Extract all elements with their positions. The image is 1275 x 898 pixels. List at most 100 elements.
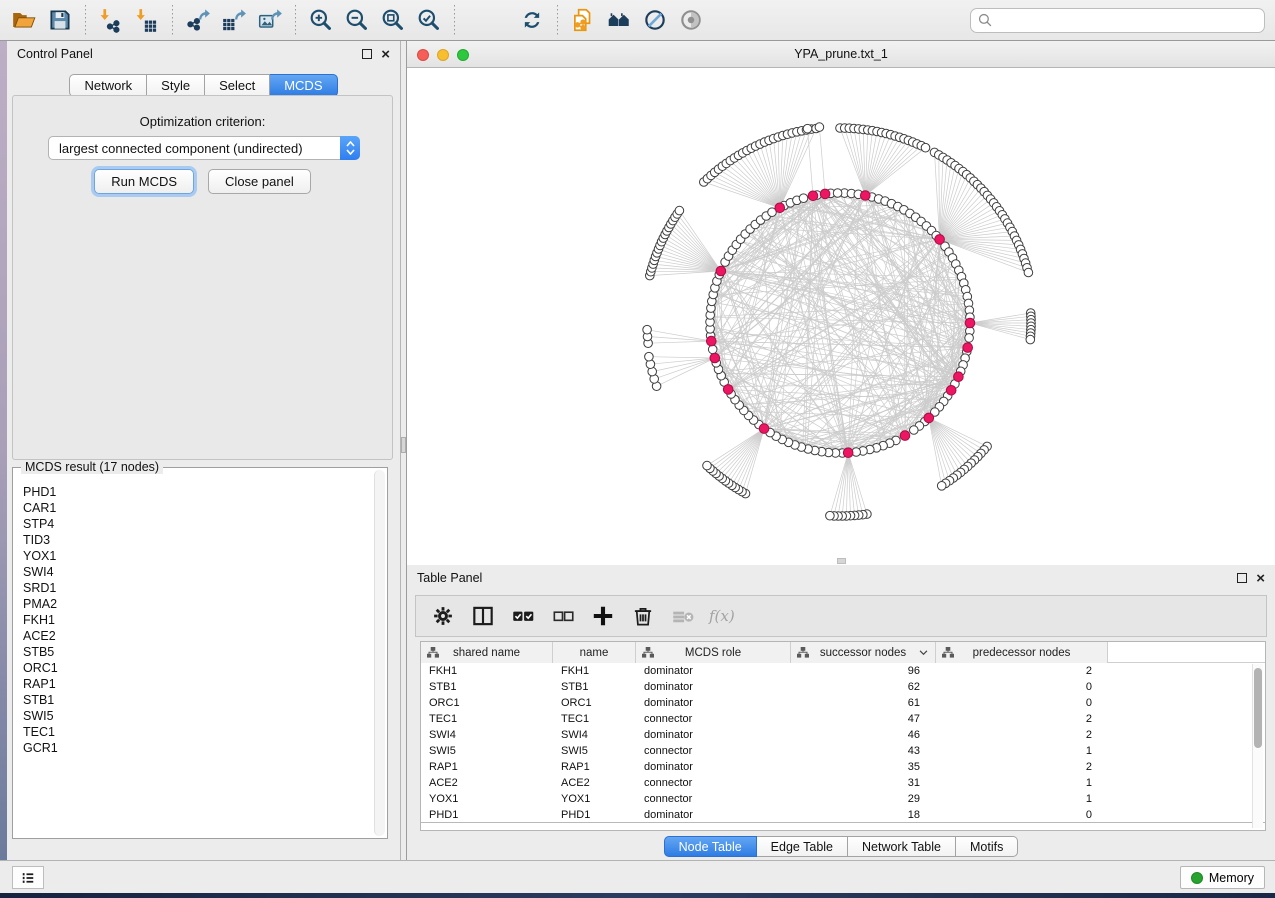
close-panel-icon[interactable]: × (381, 47, 390, 62)
zoom-fit-icon[interactable] (375, 2, 411, 38)
table-cell: ACE2 (421, 775, 553, 791)
table-cell: ORC1 (553, 695, 636, 711)
list-item[interactable]: STP4 (23, 516, 368, 532)
export-image-icon[interactable] (252, 2, 288, 38)
horizontal-splitter[interactable] (407, 557, 1275, 565)
share-network-file-icon[interactable] (565, 2, 601, 38)
import-network-icon[interactable] (93, 2, 129, 38)
network-graph[interactable] (407, 68, 1275, 557)
list-item[interactable]: ACE2 (23, 628, 368, 644)
zoom-in-icon[interactable] (303, 2, 339, 38)
list-item[interactable]: YOX1 (23, 548, 368, 564)
list-item[interactable]: RAP1 (23, 676, 368, 692)
table-cell: dominator (636, 759, 791, 775)
list-item[interactable]: TEC1 (23, 724, 368, 740)
network-window-titlebar: YPA_prune.txt_1 (407, 41, 1275, 68)
mcds-result-box: MCDS result (17 nodes) PHD1CAR1STP4TID3Y… (12, 467, 388, 839)
memory-button[interactable]: Memory (1180, 866, 1265, 889)
table-row[interactable]: STB1STB1dominator620 (421, 679, 1265, 695)
column-header[interactable]: successor nodes (791, 642, 936, 663)
table-row[interactable]: SWI4SWI4dominator462 (421, 727, 1265, 743)
list-item[interactable]: STB1 (23, 692, 368, 708)
refresh-view-icon[interactable] (514, 2, 550, 38)
tab-network-table[interactable]: Network Table (848, 836, 956, 857)
open-file-icon[interactable] (6, 2, 42, 38)
table-row[interactable]: YOX1YOX1connector291 (421, 791, 1265, 807)
table-row[interactable]: SWI5SWI5connector431 (421, 743, 1265, 759)
search-box (970, 8, 1265, 33)
cytoscape-window: Control Panel × NetworkStyleSelectMCDS O… (0, 0, 1275, 898)
memory-status-icon (1191, 872, 1203, 884)
column-header[interactable]: predecessor nodes (936, 642, 1108, 663)
search-input[interactable] (970, 8, 1265, 33)
table-scrollbar[interactable] (1252, 664, 1263, 828)
mcds-result-scrollbar[interactable] (374, 470, 385, 836)
import-table-icon[interactable] (129, 2, 165, 38)
export-network-icon[interactable] (180, 2, 216, 38)
attribute-settings-icon[interactable] (426, 599, 460, 633)
home-network-icon[interactable] (601, 2, 637, 38)
float-panel-icon[interactable] (362, 49, 372, 59)
zoom-out-icon[interactable] (339, 2, 375, 38)
select-all-icon[interactable] (506, 599, 540, 633)
close-panel-icon[interactable]: × (1256, 571, 1265, 586)
tab-select[interactable]: Select (205, 74, 270, 97)
table-cell: 2 (936, 711, 1108, 727)
column-header[interactable]: MCDS role (636, 642, 791, 663)
hide-graphics-details-icon[interactable] (637, 2, 673, 38)
table-row[interactable]: FKH1FKH1dominator962 (421, 663, 1265, 679)
table-cell: SWI4 (553, 727, 636, 743)
table-row[interactable]: ACE2ACE2connector311 (421, 775, 1265, 791)
tab-motifs[interactable]: Motifs (956, 836, 1018, 857)
list-item[interactable]: FKH1 (23, 612, 368, 628)
scrollbar-thumb[interactable] (1254, 668, 1262, 748)
vertical-splitter[interactable] (400, 41, 407, 860)
table-row[interactable]: ORC1ORC1dominator610 (421, 695, 1265, 711)
tab-style[interactable]: Style (147, 74, 205, 97)
list-item[interactable]: CAR1 (23, 500, 368, 516)
zoom-selected-icon[interactable] (411, 2, 447, 38)
deselect-all-icon[interactable] (546, 599, 580, 633)
save-session-icon[interactable] (42, 2, 78, 38)
optimization-criterion-select[interactable]: largest connected component (undirected) (48, 136, 360, 160)
minimize-window-icon[interactable] (437, 49, 449, 61)
table-row[interactable]: PHD1PHD1dominator180 (421, 807, 1265, 823)
list-item[interactable]: PHD1 (23, 484, 368, 500)
optimization-criterion-label: Optimization criterion: (13, 114, 392, 129)
splitter-grip[interactable] (837, 558, 846, 564)
table-cell: PHD1 (553, 807, 636, 823)
export-table-icon[interactable] (216, 2, 252, 38)
list-item[interactable]: SWI5 (23, 708, 368, 724)
column-header[interactable]: shared name (421, 642, 553, 663)
list-item[interactable]: TID3 (23, 532, 368, 548)
list-item[interactable]: GCR1 (23, 740, 368, 756)
create-column-icon[interactable] (586, 599, 620, 633)
column-header[interactable]: name (553, 642, 636, 663)
show-columns-icon[interactable] (466, 599, 500, 633)
list-item[interactable]: SWI4 (23, 564, 368, 580)
tab-node-table[interactable]: Node Table (664, 836, 757, 857)
table-cell: RAP1 (553, 759, 636, 775)
task-history-button[interactable] (12, 866, 44, 889)
network-canvas[interactable] (407, 68, 1275, 557)
table-row[interactable]: TEC1TEC1connector472 (421, 711, 1265, 727)
close-window-icon[interactable] (417, 49, 429, 61)
table-row[interactable]: RAP1RAP1dominator352 (421, 759, 1265, 775)
table-cell: 2 (936, 759, 1108, 775)
list-item[interactable]: STB5 (23, 644, 368, 660)
run-mcds-button[interactable]: Run MCDS (94, 169, 194, 194)
table-cell: 1 (936, 791, 1108, 807)
list-item[interactable]: PMA2 (23, 596, 368, 612)
list-item[interactable]: SRD1 (23, 580, 368, 596)
list-item[interactable]: ORC1 (23, 660, 368, 676)
control-panel: Control Panel × NetworkStyleSelectMCDS O… (7, 41, 400, 860)
tab-edge-table[interactable]: Edge Table (757, 836, 848, 857)
tab-network[interactable]: Network (69, 74, 147, 97)
birds-eye-view-icon[interactable] (673, 2, 709, 38)
tab-mcds[interactable]: MCDS (270, 74, 337, 97)
float-panel-icon[interactable] (1237, 573, 1247, 583)
delete-column-icon[interactable] (626, 599, 660, 633)
splitter-grip[interactable] (401, 437, 406, 453)
maximize-window-icon[interactable] (457, 49, 469, 61)
close-panel-button[interactable]: Close panel (208, 169, 311, 194)
